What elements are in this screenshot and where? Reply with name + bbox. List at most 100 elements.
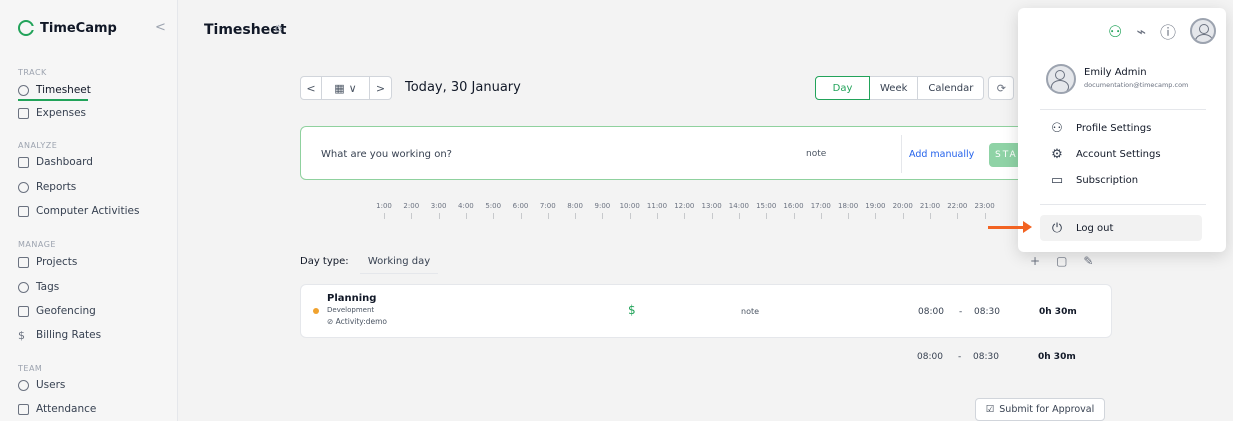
account-menu: ⚇ ⌁ ⓘ Emily Admin documentation@timecamp…: [1018, 8, 1226, 252]
day-type-select[interactable]: Working day: [359, 256, 439, 274]
time-entry-row[interactable]: Planning Development ⊘ Activity:demo $ n…: [300, 284, 1112, 338]
checklist-icon: ☑: [985, 404, 995, 415]
sidebar-item-timesheet[interactable]: Timesheet: [18, 82, 91, 101]
timeline-hour-label: 18:00: [838, 202, 859, 210]
sync-icon[interactable]: ⟳: [988, 76, 1015, 100]
entry-duration[interactable]: 0h 30m: [1039, 307, 1077, 317]
sidebar-item-label: Timesheet: [36, 84, 91, 96]
entry-tag-label: Activity:demo: [335, 317, 387, 326]
submit-for-approval-button[interactable]: ☑ Submit for Approval: [975, 398, 1105, 421]
gear-icon: ⚙: [1051, 146, 1063, 162]
billable-toggle[interactable]: $: [628, 303, 636, 317]
tag-icon: ⊘: [327, 317, 336, 326]
sidebar-item-label: Users: [36, 379, 66, 391]
timeline-hour-label: 22:00: [947, 202, 968, 210]
view-tabs: Day Week Calendar ⟳: [815, 76, 1015, 100]
timeline-tick: [820, 213, 822, 219]
chevron-left-icon[interactable]: <: [155, 20, 166, 35]
timeline-hour-label: 12:00: [674, 202, 695, 210]
timeline-tick: [493, 213, 495, 219]
timeline-hour-label: 23:00: [974, 202, 995, 210]
submit-label: Submit for Approval: [999, 404, 1095, 415]
timeline-tick: [520, 213, 522, 219]
timeline-hour-label: 13:00: [701, 202, 722, 210]
task-input[interactable]: What are you working on?: [321, 149, 452, 160]
timeline-hour-label: 19:00: [865, 202, 886, 210]
timeline-tick: [793, 213, 795, 219]
timeline-tick: [547, 213, 549, 219]
menu-divider: [1040, 109, 1206, 110]
sidebar-item-tags[interactable]: Tags: [18, 279, 59, 295]
menu-item-logout[interactable]: ⏻ Log out: [1040, 215, 1202, 241]
clock-icon: [18, 84, 29, 96]
sidebar-item-label: Computer Activities: [36, 205, 140, 217]
entry-note[interactable]: note: [741, 307, 759, 316]
plug-icon[interactable]: ⌁: [1136, 22, 1146, 41]
timeline-hour-label: 10:00: [619, 202, 640, 210]
timeline-tick: [711, 213, 713, 219]
date-picker-button[interactable]: ▦ ∨: [322, 76, 370, 100]
entry-end-time[interactable]: 08:30: [974, 307, 1000, 317]
copy-icon[interactable]: ▢: [1056, 254, 1067, 268]
sidebar-item-attendance[interactable]: Attendance: [18, 401, 96, 417]
timecamp-logo-icon: [18, 20, 35, 36]
entry-start-time[interactable]: 08:00: [918, 307, 944, 317]
avatar[interactable]: [1190, 18, 1216, 44]
sidebar: TimeCamp < TRACK Timesheet Expenses ANAL…: [0, 0, 178, 421]
sidebar-item-label: Projects: [36, 256, 78, 268]
note-input[interactable]: note: [806, 149, 826, 159]
sidebar-item-expenses[interactable]: Expenses: [18, 105, 86, 121]
brand[interactable]: TimeCamp: [18, 20, 117, 36]
timeline-tick: [465, 213, 467, 219]
next-day-button[interactable]: >: [370, 76, 392, 100]
time-tracker-bar: What are you working on? note Add manual…: [300, 126, 1061, 180]
timeline-tick: [957, 213, 959, 219]
day-type-label: Day type:: [300, 256, 349, 267]
user-name: Emily Admin: [1084, 67, 1147, 78]
pointer-arrow-icon: [988, 221, 1032, 233]
current-date-label: Today, 30 January: [405, 80, 521, 95]
time-separator: -: [959, 307, 963, 317]
sidebar-item-projects[interactable]: Projects: [18, 254, 77, 270]
entry-tag[interactable]: ⊘ Activity:demo: [327, 317, 387, 326]
menu-item-profile-settings[interactable]: ⚇ Profile Settings: [1040, 115, 1202, 141]
gear-icon[interactable]: ⚙: [274, 24, 283, 35]
tab-calendar[interactable]: Calendar: [918, 76, 985, 100]
timeline-tick: [875, 213, 877, 219]
previous-day-button[interactable]: <: [300, 76, 322, 100]
sidebar-item-users[interactable]: Users: [18, 377, 65, 393]
menu-item-subscription[interactable]: ▭ Subscription: [1040, 167, 1202, 193]
timeline-tick: [575, 213, 577, 219]
tab-week[interactable]: Week: [870, 76, 919, 100]
tab-day[interactable]: Day: [815, 76, 870, 100]
add-entry-button[interactable]: +: [1030, 254, 1040, 268]
sidebar-item-billing-rates[interactable]: $ Billing Rates: [18, 327, 101, 343]
timeline-hour-label: 6:00: [512, 202, 529, 210]
timeline-hour-label: 21:00: [919, 202, 941, 210]
menu-divider: [1040, 204, 1206, 205]
sidebar-item-geofencing[interactable]: Geofencing: [18, 303, 96, 319]
help-icon[interactable]: ⓘ: [1160, 19, 1176, 43]
menu-item-label: Subscription: [1076, 174, 1139, 186]
timeline-hour-label: 5:00: [485, 202, 502, 210]
timeline-tick: [848, 213, 850, 219]
timeline-hour-label: 1:00: [376, 202, 392, 210]
timeline-hour-label: 14:00: [728, 202, 749, 210]
timeline-hour-label: 11:00: [646, 202, 668, 210]
edit-icon[interactable]: ✎: [1083, 254, 1093, 268]
tag-icon: [18, 281, 29, 293]
timeline-tick: [384, 213, 385, 219]
timeline-tick: [657, 213, 658, 219]
sidebar-item-label: Reports: [36, 181, 77, 193]
add-user-icon[interactable]: ⚇: [1108, 22, 1122, 41]
menu-item-account-settings[interactable]: ⚙ Account Settings: [1040, 141, 1202, 167]
pie-chart-icon: [18, 181, 29, 193]
sidebar-item-dashboard[interactable]: Dashboard: [18, 154, 93, 170]
sidebar-item-computer-activities[interactable]: Computer Activities: [18, 203, 139, 219]
entry-project[interactable]: Planning: [327, 293, 376, 304]
add-manually-link[interactable]: Add manually: [909, 149, 974, 160]
user-avatar: [1046, 64, 1076, 94]
sidebar-item-reports[interactable]: Reports: [18, 179, 76, 195]
timeline-hour-label: 3:00: [430, 202, 447, 210]
entry-actions: + ▢ ✎: [1030, 254, 1093, 268]
